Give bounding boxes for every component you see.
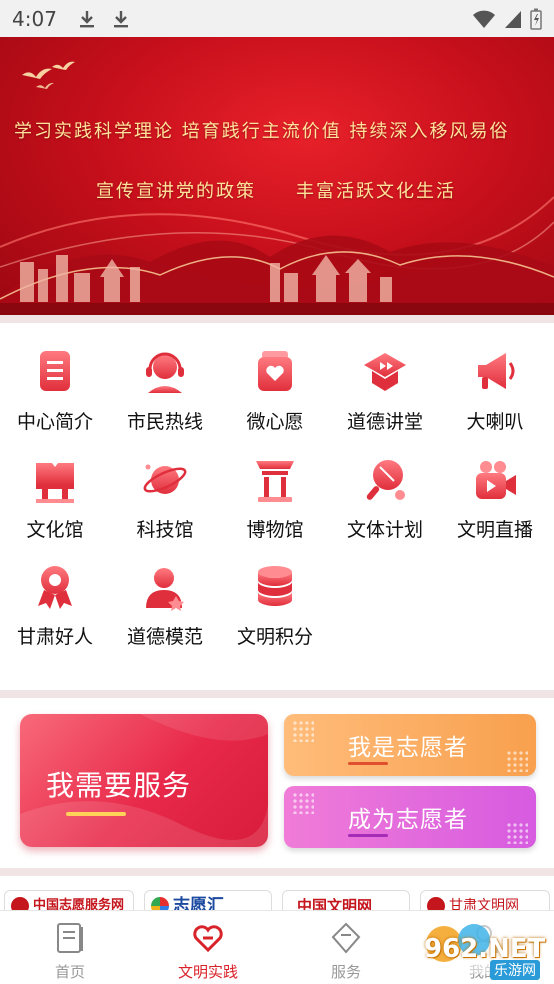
megaphone-icon (478, 353, 515, 389)
grid-item-museum[interactable]: 博物馆 (220, 445, 330, 545)
need-service-label: 我需要服务 (46, 769, 192, 802)
grid-item-good-people[interactable]: 甘肃好人 (0, 552, 110, 652)
ping-pong-icon (366, 460, 405, 500)
banner-decoration (0, 61, 554, 315)
coins-stack-icon (258, 566, 292, 606)
heart-card-icon (258, 351, 292, 391)
status-time: 4:07 (12, 6, 57, 31)
download-icon (113, 10, 128, 27)
tab-civilization-practice[interactable]: 文明实践 (148, 911, 268, 984)
banner-slogan-2: 宣传宣讲党的政策 丰富活跃文化生活 (96, 177, 456, 203)
museum-icon (256, 461, 294, 502)
graduation-cap-icon (364, 353, 406, 391)
grid-item-label: 科技馆 (136, 519, 194, 541)
service-diamond-icon (331, 922, 361, 954)
grid-item-hotline[interactable]: 市民热线 (110, 337, 220, 437)
grid-item-label: 博物馆 (246, 519, 304, 541)
grid-item-label: 文化馆 (26, 519, 84, 541)
grid-item-science-hall[interactable]: 科技馆 (110, 445, 220, 545)
dots-decoration (292, 792, 314, 814)
tab-home[interactable]: 首页 (10, 911, 130, 984)
grid-item-label: 文体计划 (346, 519, 423, 541)
planet-icon (143, 464, 187, 494)
signal-icon (505, 10, 521, 28)
banner-slogan-2-right: 丰富活跃文化生活 (296, 181, 456, 202)
grid-item-label: 微心愿 (246, 411, 304, 433)
grid-item-label: 甘肃好人 (16, 626, 93, 648)
underline-accent (348, 834, 388, 837)
grid-item-culture-hall[interactable]: 文化馆 (0, 445, 110, 545)
book-hall-icon (36, 463, 74, 503)
person-icon (146, 568, 184, 611)
dots-decoration (292, 720, 314, 742)
status-bar: 4:07 (0, 0, 554, 37)
download-icon (79, 10, 94, 27)
grid-item-loudspeaker[interactable]: 大喇叭 (440, 337, 550, 437)
underline-accent (348, 762, 388, 765)
grid-item-label: 道德模范 (126, 626, 203, 648)
tab-label: 首页 (54, 963, 85, 981)
heart-icon (193, 925, 223, 953)
i-am-volunteer-label: 我是志愿者 (348, 735, 468, 761)
wifi-icon (473, 10, 495, 28)
grid-item-center-intro[interactable]: 中心简介 (0, 337, 110, 437)
become-volunteer-label: 成为志愿者 (348, 807, 468, 833)
tab-label: 文明实践 (177, 963, 238, 981)
grid-item-points[interactable]: 文明积分 (220, 552, 330, 652)
section-divider (0, 690, 554, 698)
site-watermark: 962.NET 乐游网 (414, 914, 554, 980)
grid-item-label: 大喇叭 (466, 411, 524, 433)
banner-slogan-2-left: 宣传宣讲党的政策 (96, 181, 256, 202)
underline-accent (66, 812, 126, 816)
tab-service[interactable]: 服务 (286, 911, 406, 984)
grid-item-sports-plan[interactable]: 文体计划 (330, 445, 440, 545)
grid-item-label: 道德讲堂 (346, 411, 423, 433)
hero-banner[interactable]: 学习实践科学理论 培育践行主流价值 持续深入移风易俗 宣传宣讲党的政策 丰富活跃文… (0, 37, 554, 315)
grid-item-moral-class[interactable]: 道德讲堂 (330, 337, 440, 437)
i-am-volunteer-button[interactable]: 我是志愿者 (284, 714, 536, 776)
tab-label: 服务 (330, 963, 361, 981)
need-service-button[interactable]: 我需要服务 (20, 714, 268, 847)
video-camera-icon (476, 461, 516, 499)
dots-decoration (506, 750, 528, 772)
dots-decoration (506, 822, 528, 844)
grid-item-label: 文明积分 (236, 626, 313, 648)
section-divider (0, 868, 554, 876)
home-document-icon (57, 923, 83, 953)
banner-slogan-1: 学习实践科学理论 培育践行主流价值 持续深入移风易俗 (14, 121, 510, 142)
battery-icon (530, 8, 542, 30)
document-icon (40, 351, 70, 391)
section-divider (0, 315, 554, 323)
grid-item-label: 文明直播 (456, 519, 533, 541)
grid-item-wish[interactable]: 微心愿 (220, 337, 330, 437)
grid-item-live[interactable]: 文明直播 (440, 445, 550, 545)
become-volunteer-button[interactable]: 成为志愿者 (284, 786, 536, 848)
grid-item-label: 市民热线 (126, 411, 203, 433)
headset-icon (146, 352, 184, 393)
grid-item-moral-model[interactable]: 道德模范 (110, 552, 220, 652)
grid-item-label: 中心简介 (16, 411, 93, 433)
watermark-sub: 乐游网 (490, 960, 540, 980)
medal-icon (38, 566, 72, 609)
